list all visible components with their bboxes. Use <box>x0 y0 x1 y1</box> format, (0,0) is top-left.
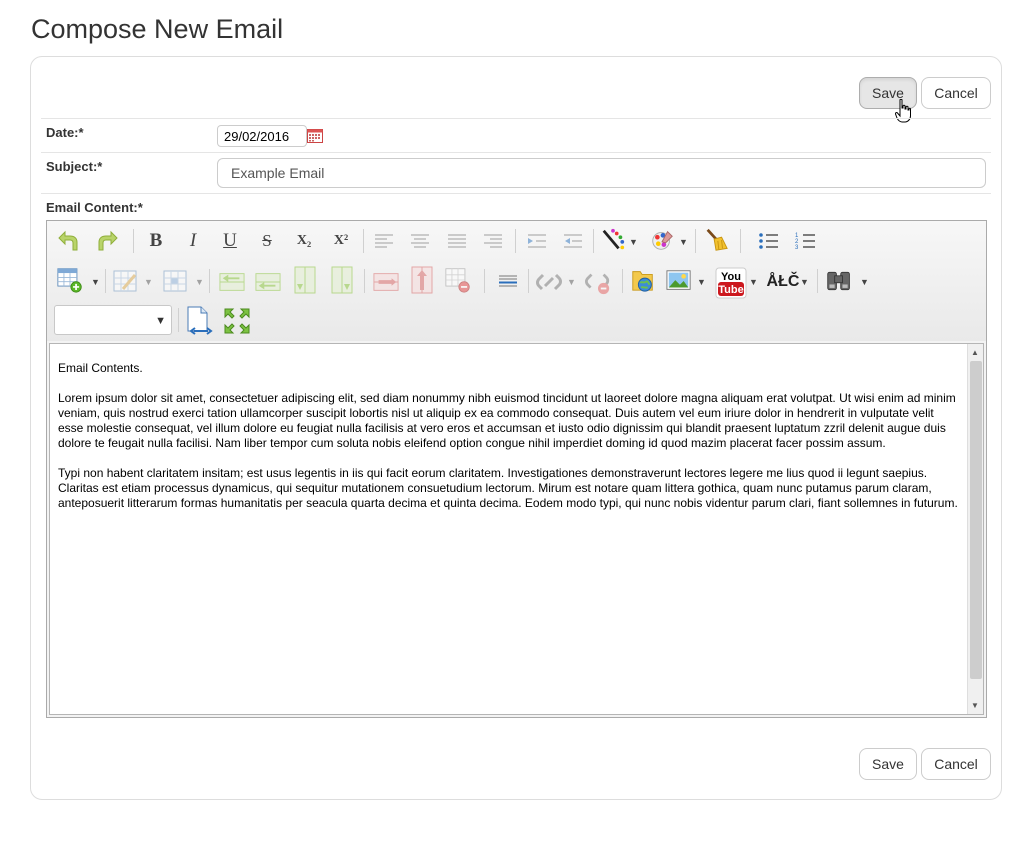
toolbar-separator <box>515 229 516 253</box>
insert-table-icon[interactable] <box>57 267 83 293</box>
align-center-icon[interactable] <box>407 228 433 254</box>
delete-column-icon[interactable] <box>409 266 435 294</box>
unlink-icon[interactable] <box>585 269 611 295</box>
align-right-icon[interactable] <box>480 228 506 254</box>
chevron-down-icon: ▼ <box>155 315 166 327</box>
insert-row-after-icon[interactable] <box>255 269 281 295</box>
indent-icon[interactable] <box>524 228 550 254</box>
italic-icon[interactable]: I <box>180 228 206 254</box>
background-color-icon[interactable] <box>649 227 675 253</box>
dropdown-arrow-icon[interactable]: ▼ <box>749 277 758 287</box>
subject-input[interactable] <box>217 158 986 188</box>
toolbar-separator <box>817 269 818 293</box>
align-left-icon[interactable] <box>371 228 397 254</box>
subject-label: Subject:* <box>46 159 103 174</box>
outdent-icon[interactable] <box>560 228 586 254</box>
toolbar-separator <box>484 269 485 293</box>
delete-row-icon[interactable] <box>373 269 399 295</box>
toolbar-separator <box>209 269 210 293</box>
dropdown-arrow-icon[interactable]: ▼ <box>800 277 809 287</box>
content-paragraph: Lorem ipsum dolor sit amet, consectetuer… <box>58 391 956 450</box>
bullet-list-icon[interactable] <box>756 228 782 254</box>
dropdown-arrow-icon[interactable]: ▼ <box>679 237 688 247</box>
toolbar-separator <box>528 269 529 293</box>
dropdown-arrow-icon[interactable]: ▼ <box>91 277 100 287</box>
divider <box>41 193 991 194</box>
insert-column-before-icon[interactable] <box>292 266 318 294</box>
special-characters-icon[interactable]: ÅŁČ <box>763 269 803 295</box>
insert-column-after-icon[interactable] <box>329 266 355 294</box>
dropdown-arrow-icon[interactable]: ▼ <box>860 277 869 287</box>
toolbar-separator <box>105 269 106 293</box>
hand-cursor-icon <box>895 99 911 123</box>
content-paragraph: Typi non habent claritatem insitam; est … <box>58 466 958 510</box>
clear-format-icon[interactable] <box>703 227 729 253</box>
toolbar-separator <box>133 229 134 253</box>
bold-icon[interactable]: B <box>143 228 169 254</box>
fullscreen-icon[interactable] <box>221 305 253 337</box>
scroll-up-icon[interactable]: ▲ <box>971 348 979 357</box>
email-content-label: Email Content:* <box>46 200 143 215</box>
font-select[interactable]: ▼ <box>54 305 172 335</box>
toolbar-separator <box>593 229 594 253</box>
toolbar-separator <box>364 269 365 293</box>
toolbar-separator <box>363 229 364 253</box>
table-properties-icon[interactable] <box>113 269 139 295</box>
delete-table-icon[interactable] <box>445 267 471 293</box>
dropdown-arrow-icon[interactable]: ▼ <box>195 277 204 287</box>
dropdown-arrow-icon[interactable]: ▼ <box>144 277 153 287</box>
toolbar-separator <box>178 308 179 332</box>
strikethrough-icon[interactable]: S <box>254 228 280 254</box>
html-source-icon[interactable] <box>185 306 215 336</box>
editor-content-area[interactable]: Email Contents. Lorem ipsum dolor sit am… <box>49 343 984 715</box>
redo-icon[interactable] <box>93 228 119 254</box>
dropdown-arrow-icon[interactable]: ▼ <box>697 277 706 287</box>
dropdown-arrow-icon[interactable]: ▼ <box>567 277 576 287</box>
subscript-icon[interactable]: X₂ <box>291 228 317 254</box>
content-greeting: Email Contents. <box>58 361 143 375</box>
underline-icon[interactable]: U <box>217 228 243 254</box>
cancel-button-top[interactable]: Cancel <box>921 77 991 109</box>
editor-toolbar: B I U S X₂ X² ▼ ▼ 1 2 3 ▼ ▼ ▼ ▼ ▼ You Tu… <box>47 221 986 341</box>
rich-text-editor: B I U S X₂ X² ▼ ▼ 1 2 3 ▼ ▼ ▼ ▼ ▼ You Tu… <box>46 220 987 718</box>
youtube-text-top: You <box>721 271 741 283</box>
image-icon[interactable] <box>666 268 692 294</box>
calendar-icon[interactable] <box>307 128 323 143</box>
cancel-button-bottom[interactable]: Cancel <box>921 748 991 780</box>
superscript-icon[interactable]: X² <box>328 228 354 254</box>
save-button-bottom[interactable]: Save <box>859 748 917 780</box>
date-label: Date:* <box>46 125 84 140</box>
toolbar-separator <box>695 229 696 253</box>
file-manager-icon[interactable] <box>630 267 656 293</box>
svg-text:3: 3 <box>795 245 799 250</box>
text-color-icon[interactable] <box>600 227 626 253</box>
editor-content[interactable]: Email Contents. Lorem ipsum dolor sit am… <box>58 361 958 526</box>
insert-row-before-icon[interactable] <box>219 269 245 295</box>
link-icon[interactable] <box>536 269 562 295</box>
date-input[interactable] <box>217 125 307 147</box>
cell-properties-icon[interactable] <box>163 269 189 295</box>
dropdown-arrow-icon[interactable]: ▼ <box>629 237 638 247</box>
editor-scrollbar[interactable]: ▲ ▼ <box>967 344 983 714</box>
youtube-text-bottom: Tube <box>718 284 743 296</box>
horizontal-rule-icon[interactable] <box>495 269 521 295</box>
toolbar-separator <box>740 229 741 253</box>
divider <box>41 152 991 153</box>
find-replace-icon[interactable] <box>826 268 852 294</box>
numbered-list-icon[interactable]: 123 <box>793 228 819 254</box>
undo-icon[interactable] <box>57 228 83 254</box>
scroll-down-icon[interactable]: ▼ <box>971 701 979 710</box>
divider <box>41 118 991 119</box>
youtube-icon[interactable]: You Tube <box>715 267 747 299</box>
compose-panel: Save Cancel Date:* Subject:* Email Conte… <box>30 56 1002 800</box>
page-title: Compose New Email <box>31 14 284 44</box>
align-justify-icon[interactable] <box>444 228 470 254</box>
scrollbar-thumb[interactable] <box>970 361 982 679</box>
toolbar-separator <box>622 269 623 293</box>
